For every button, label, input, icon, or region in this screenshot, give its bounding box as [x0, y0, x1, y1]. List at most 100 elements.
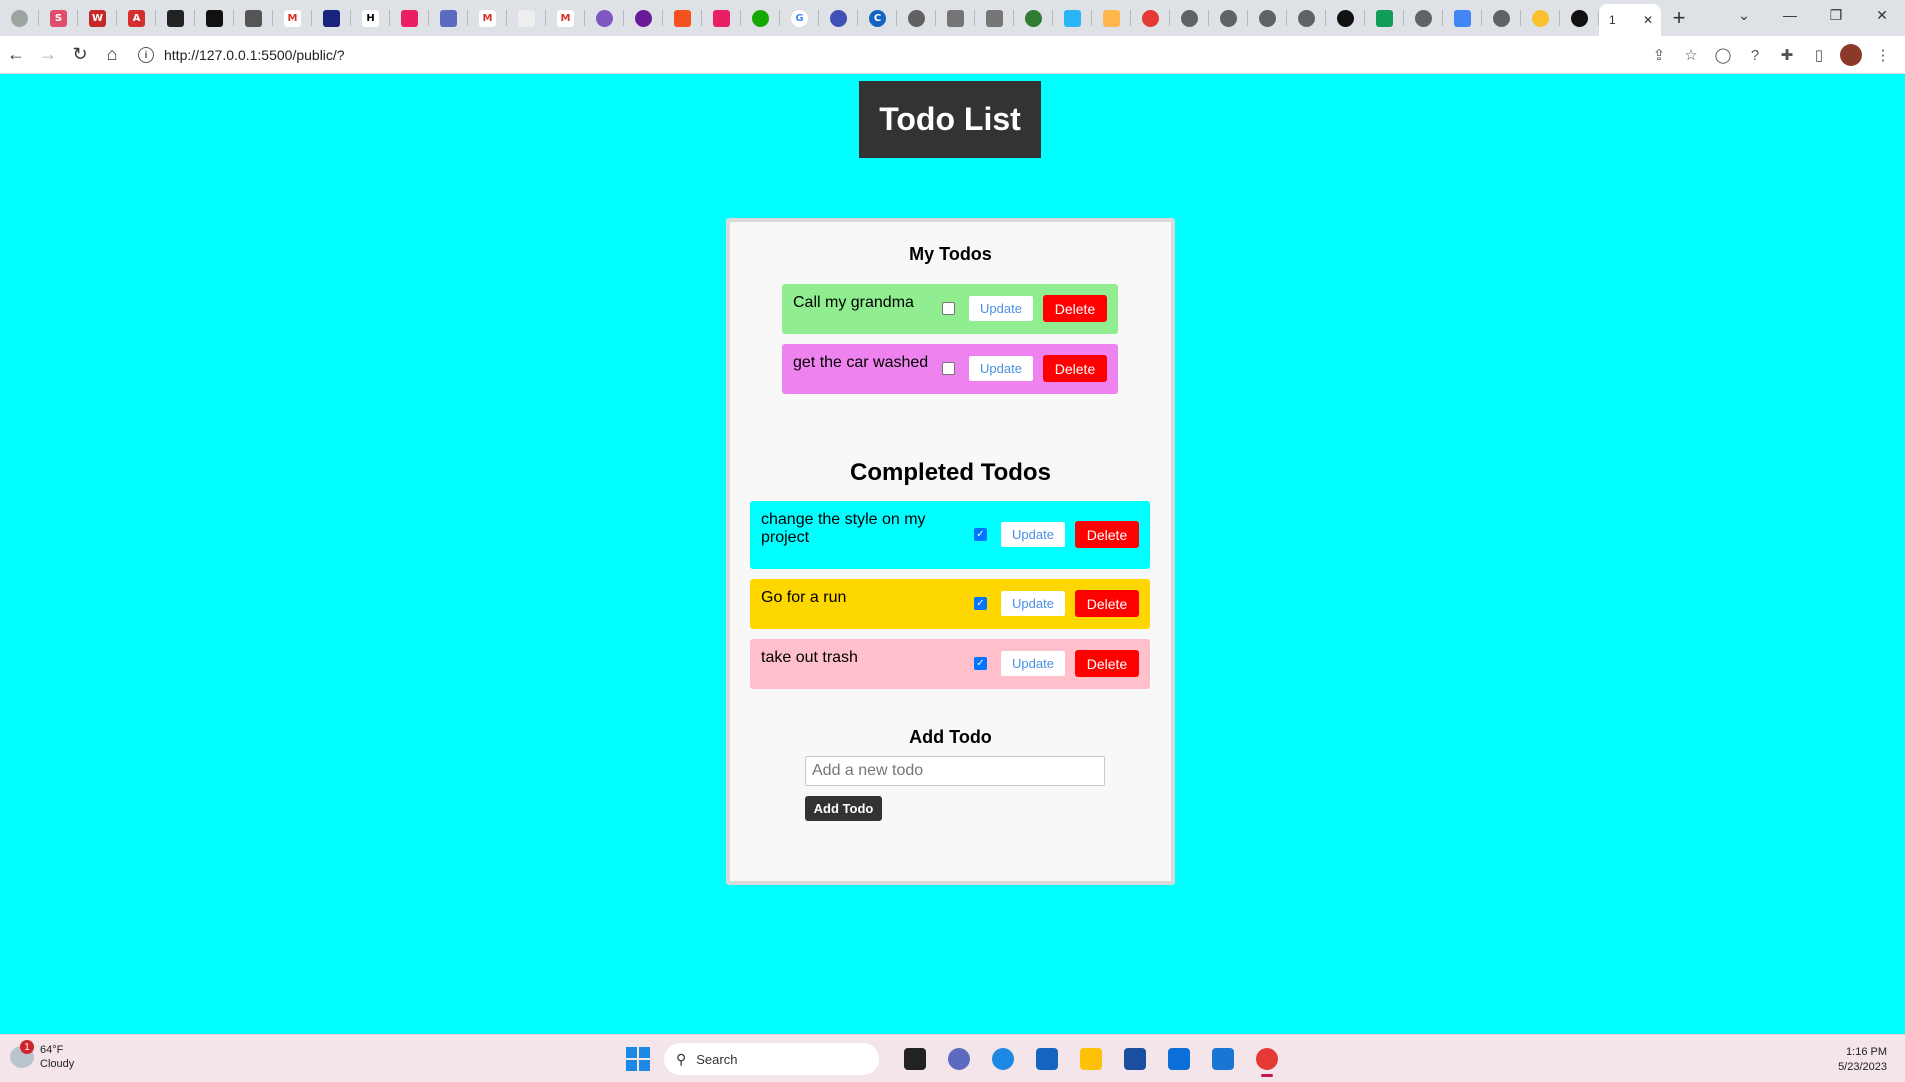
delete-button[interactable]: Delete [1075, 650, 1139, 677]
home-icon[interactable]: ⌂ [96, 39, 128, 71]
tab[interactable] [1170, 0, 1209, 36]
todo-checkbox[interactable]: ✓ [974, 657, 987, 670]
tab[interactable] [156, 0, 195, 36]
tab[interactable] [1209, 0, 1248, 36]
tab-favicon-icon: W [89, 9, 106, 27]
address-bar[interactable]: i http://127.0.0.1:5500/public/? [138, 41, 1618, 69]
todo-checkbox[interactable]: ✓ [974, 597, 987, 610]
taskbar-search[interactable]: ⚲ Search [664, 1043, 879, 1075]
tab[interactable]: C [858, 0, 897, 36]
github-icon [1571, 9, 1588, 27]
tab[interactable] [1248, 0, 1287, 36]
tab[interactable]: A [117, 0, 156, 36]
update-button[interactable]: Update [969, 296, 1033, 321]
forward-icon[interactable]: → [32, 39, 64, 71]
tab[interactable] [975, 0, 1014, 36]
restore-button[interactable]: ❐ [1813, 0, 1859, 30]
page-title: Todo List [859, 81, 1041, 158]
tab[interactable]: M [468, 0, 507, 36]
tab[interactable] [741, 0, 780, 36]
todo-checkbox[interactable]: ✓ [974, 528, 987, 541]
mail-icon[interactable] [1161, 1041, 1197, 1077]
tab[interactable] [1287, 0, 1326, 36]
task-view-icon[interactable] [897, 1041, 933, 1077]
tab[interactable] [1014, 0, 1053, 36]
profile-avatar[interactable] [1840, 44, 1862, 66]
reload-icon[interactable]: ↻ [64, 39, 96, 71]
tab-favicon-icon [635, 9, 652, 27]
tab-favicon-icon: H [362, 9, 379, 27]
todo-checkbox[interactable] [942, 302, 955, 315]
new-tab-button[interactable]: + [1661, 0, 1697, 36]
tab[interactable] [585, 0, 624, 36]
tab[interactable] [819, 0, 858, 36]
chrome-icon[interactable] [1249, 1041, 1285, 1077]
weather-widget[interactable]: 1 64°F Cloudy [10, 1040, 74, 1071]
tab[interactable] [1521, 0, 1560, 36]
tab[interactable]: W [78, 0, 117, 36]
tab[interactable]: S [39, 0, 78, 36]
update-button[interactable]: Update [1001, 522, 1065, 547]
site-info-icon[interactable]: i [138, 47, 154, 63]
globe-icon [1259, 9, 1276, 27]
bookmark-star-icon[interactable]: ☆ [1675, 39, 1707, 71]
tab[interactable] [1092, 0, 1131, 36]
menu-icon[interactable]: ⋮ [1867, 39, 1899, 71]
system-clock[interactable]: 1:16 PM 5/23/2023 [1838, 1045, 1887, 1075]
active-tab[interactable]: 1 ✕ [1599, 4, 1661, 36]
tab[interactable] [1365, 0, 1404, 36]
update-button[interactable]: Update [1001, 651, 1065, 676]
vscode-icon[interactable] [1205, 1041, 1241, 1077]
tab[interactable] [1131, 0, 1170, 36]
todo-item: change the style on my project ✓ Update … [750, 501, 1150, 569]
puzzle-icon[interactable]: ✚ [1771, 39, 1803, 71]
tab[interactable] [1482, 0, 1521, 36]
word-icon[interactable] [1117, 1041, 1153, 1077]
minimize-button[interactable]: — [1767, 0, 1813, 30]
tab-search-icon[interactable]: ⌄ [1721, 0, 1767, 30]
delete-button[interactable]: Delete [1043, 355, 1107, 382]
tab[interactable] [897, 0, 936, 36]
side-panel-icon[interactable]: ▯ [1803, 39, 1835, 71]
tab[interactable] [1326, 0, 1365, 36]
tab[interactable] [1404, 0, 1443, 36]
extension-icon[interactable]: ◯ [1707, 39, 1739, 71]
update-button[interactable]: Update [1001, 591, 1065, 616]
tab[interactable] [390, 0, 429, 36]
delete-button[interactable]: Delete [1075, 521, 1139, 548]
update-button[interactable]: Update [969, 356, 1033, 381]
back-icon[interactable]: ← [0, 39, 32, 71]
todo-checkbox[interactable] [942, 362, 955, 375]
tab[interactable] [0, 0, 39, 36]
tab[interactable] [234, 0, 273, 36]
tab[interactable] [624, 0, 663, 36]
tab[interactable] [936, 0, 975, 36]
tab[interactable] [1560, 0, 1599, 36]
tab[interactable]: G [780, 0, 819, 36]
tab[interactable] [507, 0, 546, 36]
close-window-button[interactable]: ✕ [1859, 0, 1905, 30]
extension-icon[interactable]: ? [1739, 39, 1771, 71]
store-icon[interactable] [1029, 1041, 1065, 1077]
close-tab-icon[interactable]: ✕ [1643, 13, 1653, 27]
tab[interactable] [702, 0, 741, 36]
tab[interactable]: M [546, 0, 585, 36]
tab[interactable]: H [351, 0, 390, 36]
tab[interactable] [1053, 0, 1092, 36]
tab[interactable] [312, 0, 351, 36]
chat-icon[interactable] [941, 1041, 977, 1077]
tab[interactable] [1443, 0, 1482, 36]
windows-start-icon[interactable] [626, 1047, 650, 1071]
tab[interactable] [429, 0, 468, 36]
add-todo-input[interactable] [805, 756, 1105, 786]
delete-button[interactable]: Delete [1043, 295, 1107, 322]
share-icon[interactable]: ⇪ [1643, 39, 1675, 71]
todo-text: get the car washed [793, 354, 929, 371]
tab[interactable]: M [273, 0, 312, 36]
tab[interactable] [663, 0, 702, 36]
file-explorer-icon[interactable] [1073, 1041, 1109, 1077]
tab[interactable] [195, 0, 234, 36]
edge-icon[interactable] [985, 1041, 1021, 1077]
delete-button[interactable]: Delete [1075, 590, 1139, 617]
add-todo-button[interactable]: Add Todo [805, 796, 882, 821]
